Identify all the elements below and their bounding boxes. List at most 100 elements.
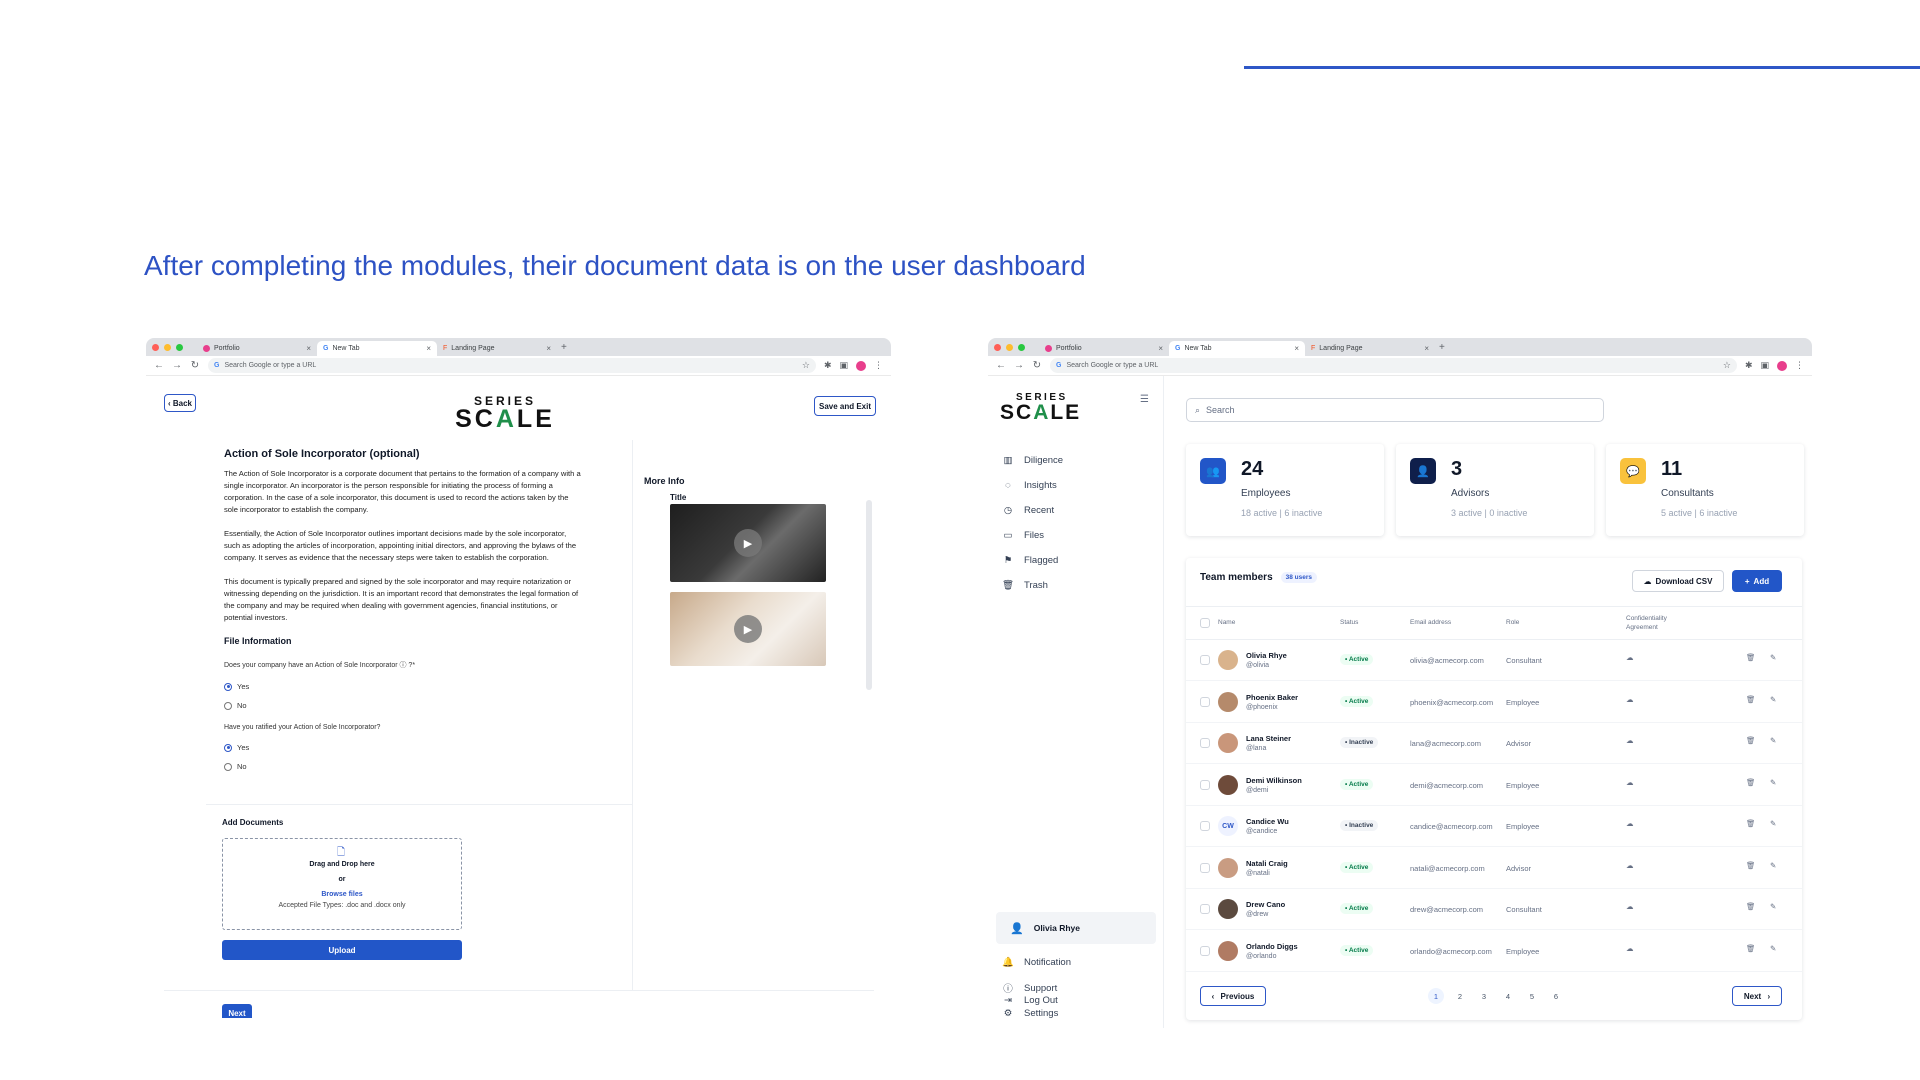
sidepanel-icon[interactable]: ▣ xyxy=(839,360,848,371)
page-number-1[interactable]: 1 xyxy=(1428,988,1444,1004)
edit-pencil-icon[interactable]: ✎ xyxy=(1770,861,1776,870)
sidebar-item-support[interactable]: ⓘ Support xyxy=(1002,982,1057,996)
extensions-icon[interactable]: ✱ xyxy=(1745,360,1753,371)
sidebar-item-insights[interactable]: ◌ Insights xyxy=(1002,479,1057,491)
play-icon[interactable]: ▶ xyxy=(734,529,762,557)
trash-icon[interactable]: 🗑 xyxy=(1746,653,1756,662)
cloud-download-icon[interactable]: ☁ xyxy=(1626,861,1634,870)
add-member-button[interactable]: + Add xyxy=(1732,570,1782,592)
row-checkbox[interactable] xyxy=(1200,945,1210,956)
page-number-4[interactable]: 4 xyxy=(1500,988,1516,1004)
sidebar-item-flagged[interactable]: ⚑ Flagged xyxy=(1002,554,1059,566)
kebab-menu-icon[interactable]: ⋮ xyxy=(1795,360,1804,371)
extensions-icon[interactable]: ✱ xyxy=(824,360,832,371)
tab-new-tab[interactable]: G New Tab × xyxy=(1169,341,1305,356)
sidebar-item-logout[interactable]: ⇥ Log Out xyxy=(1002,994,1058,1006)
sidebar-item-trash[interactable]: 🗑 Trash xyxy=(1002,579,1048,591)
back-arrow-icon[interactable]: ← xyxy=(996,360,1006,371)
edit-pencil-icon[interactable]: ✎ xyxy=(1770,736,1776,745)
trash-icon[interactable]: 🗑 xyxy=(1746,736,1756,745)
upload-button[interactable]: Upload xyxy=(222,940,462,960)
file-dropzone[interactable]: 🗋 Drag and Drop here or Browse files Acc… xyxy=(222,838,462,930)
tab-landing-page[interactable]: F Landing Page × xyxy=(437,341,557,356)
bookmark-star-icon[interactable]: ☆ xyxy=(802,360,810,371)
page-number-6[interactable]: 6 xyxy=(1548,988,1564,1004)
radio-q1-no[interactable]: No xyxy=(224,701,584,710)
back-button[interactable]: ‹ Back xyxy=(164,394,196,412)
scrollbar[interactable] xyxy=(866,500,872,690)
profile-avatar[interactable] xyxy=(856,360,866,371)
trash-icon[interactable]: 🗑 xyxy=(1746,944,1756,953)
page-number-3[interactable]: 3 xyxy=(1476,988,1492,1004)
row-checkbox[interactable] xyxy=(1200,696,1210,707)
team-members-panel: Team members 38 users ☁ Download CSV + Add … xyxy=(1186,558,1802,1020)
radio-q2-yes[interactable]: Yes xyxy=(224,743,584,752)
reload-icon[interactable]: ↻ xyxy=(190,360,200,371)
save-and-exit-button[interactable]: Save and Exit xyxy=(814,396,876,416)
cloud-download-icon[interactable]: ☁ xyxy=(1626,819,1634,828)
collapse-sidebar-icon[interactable]: ☰ xyxy=(1140,394,1149,405)
tab-portfolio[interactable]: Portfolio × xyxy=(1039,341,1169,356)
forward-arrow-icon[interactable]: → xyxy=(1014,360,1024,371)
tab-landing-page[interactable]: F Landing Page × xyxy=(1305,341,1435,356)
trash-icon[interactable]: 🗑 xyxy=(1746,861,1756,870)
profile-avatar[interactable] xyxy=(1777,360,1787,371)
tab-new-tab[interactable]: G New Tab × xyxy=(317,341,437,356)
edit-pencil-icon[interactable]: ✎ xyxy=(1770,944,1776,953)
cloud-download-icon[interactable]: ☁ xyxy=(1626,695,1634,704)
member-handle: @demi xyxy=(1246,786,1269,794)
row-checkbox[interactable] xyxy=(1200,655,1210,665)
new-tab-icon[interactable]: + xyxy=(1439,342,1445,353)
video-thumbnail-signing[interactable]: ▶ xyxy=(670,592,826,666)
tab-portfolio[interactable]: Portfolio × xyxy=(197,341,317,356)
row-checkbox[interactable] xyxy=(1200,821,1210,831)
cloud-download-icon[interactable]: ☁ xyxy=(1626,653,1634,662)
trash-icon[interactable]: 🗑 xyxy=(1746,902,1756,911)
row-checkbox[interactable] xyxy=(1200,862,1210,873)
next-button[interactable]: Next xyxy=(222,1004,252,1018)
current-user[interactable]: 👤 Olivia Rhye xyxy=(996,912,1156,944)
radio-q1-yes[interactable]: Yes xyxy=(224,682,584,691)
new-tab-icon[interactable]: + xyxy=(561,342,567,353)
radio-q2-no[interactable]: No xyxy=(224,762,584,771)
next-page-button[interactable]: Next › xyxy=(1732,986,1782,1006)
page-number-2[interactable]: 2 xyxy=(1452,988,1468,1004)
trash-icon[interactable]: 🗑 xyxy=(1746,695,1756,704)
cloud-download-icon[interactable]: ☁ xyxy=(1626,944,1634,953)
kebab-menu-icon[interactable]: ⋮ xyxy=(874,360,883,371)
trash-icon[interactable]: 🗑 xyxy=(1746,778,1756,787)
sidebar-item-recent[interactable]: ◷ Recent xyxy=(1002,504,1054,516)
select-all-checkbox[interactable] xyxy=(1200,618,1210,628)
member-handle: @candice xyxy=(1246,828,1278,835)
row-checkbox[interactable] xyxy=(1200,738,1210,748)
search-input[interactable]: ⌕ Search xyxy=(1186,398,1604,422)
cloud-download-icon[interactable]: ☁ xyxy=(1626,778,1634,787)
sidepanel-icon[interactable]: ▣ xyxy=(1760,360,1769,371)
sidebar-item-diligence[interactable]: ▥ Diligence xyxy=(1002,454,1064,466)
download-csv-button[interactable]: ☁ Download CSV xyxy=(1632,570,1724,592)
previous-page-button[interactable]: ‹ Previous xyxy=(1200,986,1266,1006)
edit-pencil-icon[interactable]: ✎ xyxy=(1770,778,1776,787)
cloud-download-icon[interactable]: ☁ xyxy=(1626,736,1634,745)
edit-pencil-icon[interactable]: ✎ xyxy=(1770,653,1776,662)
sidebar-item-notification[interactable]: 🔔 Notification xyxy=(1002,956,1071,968)
reload-icon[interactable]: ↻ xyxy=(1032,360,1042,371)
page-number-5[interactable]: 5 xyxy=(1524,988,1540,1004)
edit-pencil-icon[interactable]: ✎ xyxy=(1770,695,1776,704)
omnibox[interactable]: G Search Google or type a URL ☆ xyxy=(1050,358,1737,373)
row-checkbox[interactable] xyxy=(1200,779,1210,790)
trash-icon[interactable]: 🗑 xyxy=(1746,819,1756,828)
omnibox[interactable]: G Search Google or type a URL ☆ xyxy=(208,358,816,373)
forward-arrow-icon[interactable]: → xyxy=(172,360,182,371)
bookmark-star-icon[interactable]: ☆ xyxy=(1723,360,1731,371)
video-thumbnail-podcast[interactable]: ▶ xyxy=(670,504,826,582)
sidebar-item-files[interactable]: ▭ Files xyxy=(1002,529,1045,541)
back-arrow-icon[interactable]: ← xyxy=(154,360,164,371)
cloud-download-icon[interactable]: ☁ xyxy=(1626,902,1634,911)
play-icon[interactable]: ▶ xyxy=(734,615,762,643)
edit-pencil-icon[interactable]: ✎ xyxy=(1770,819,1776,828)
edit-pencil-icon[interactable]: ✎ xyxy=(1770,902,1776,911)
row-checkbox[interactable] xyxy=(1200,904,1210,914)
sidebar-item-settings[interactable]: ⚙ Settings xyxy=(1002,1007,1059,1019)
browse-files-link[interactable]: Browse files xyxy=(223,891,461,898)
